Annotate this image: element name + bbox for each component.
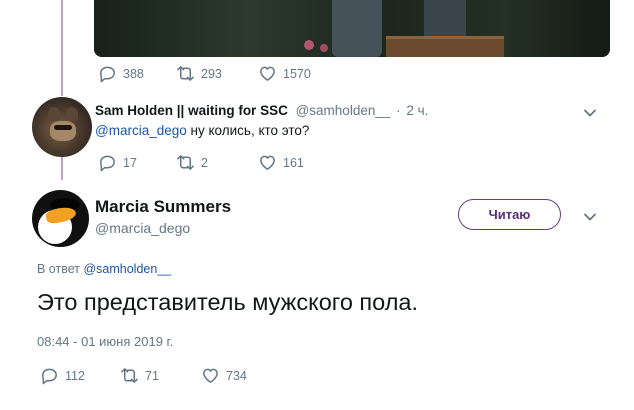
like-button[interactable]: 734 — [201, 366, 247, 385]
reply-icon — [100, 155, 115, 172]
follow-button[interactable]: Читаю — [458, 199, 561, 230]
mention-link[interactable]: @samholden__ — [83, 262, 171, 276]
like-count: 1570 — [283, 66, 311, 81]
mention-link[interactable]: @marcia_dego — [95, 123, 187, 138]
reply-icon — [100, 66, 115, 83]
avatar[interactable] — [32, 97, 92, 157]
tweet-timestamp[interactable]: 08:44 - 01 июня 2019 г. — [37, 334, 173, 349]
reply-prefix: В ответ — [37, 262, 84, 276]
retweet-button[interactable]: 293 — [176, 64, 258, 83]
tweet-media-image[interactable] — [94, 0, 610, 57]
like-icon — [260, 155, 275, 170]
tweet-text: Это представитель мужского пола. — [37, 289, 419, 315]
tweet-time[interactable]: 2 ч. — [406, 103, 428, 118]
retweet-button[interactable]: 2 — [176, 153, 258, 172]
tweet-header: Sam Holden || waiting for SSC @samholden… — [95, 103, 428, 118]
thread-line — [61, 0, 63, 96]
retweet-button[interactable]: 71 — [120, 366, 201, 385]
reply-count: 17 — [123, 155, 137, 170]
chevron-down-icon[interactable] — [583, 106, 597, 120]
retweet-count: 2 — [201, 155, 208, 170]
prev-tweet-actions: 388 293 1570 — [98, 64, 311, 83]
retweet-icon — [177, 155, 194, 170]
handle[interactable]: @marcia_dego — [95, 220, 190, 236]
chevron-down-icon[interactable] — [583, 210, 597, 224]
retweet-count: 71 — [145, 368, 159, 383]
like-count: 161 — [283, 155, 304, 170]
avatar[interactable] — [32, 190, 89, 247]
reply-tweet-actions: 17 2 161 — [98, 153, 304, 172]
reply-button[interactable]: 112 — [40, 366, 120, 385]
like-icon — [260, 66, 275, 81]
like-button[interactable]: 161 — [258, 153, 304, 172]
handle[interactable]: @samholden__ — [296, 103, 391, 118]
reply-count: 112 — [65, 368, 85, 383]
like-count: 734 — [226, 368, 247, 383]
tweet-body: ну колись, кто это? — [186, 123, 310, 138]
reply-count: 388 — [123, 66, 144, 81]
like-icon — [203, 368, 218, 383]
display-name[interactable]: Sam Holden || waiting for SSC — [95, 103, 288, 118]
reply-button[interactable]: 17 — [98, 153, 176, 172]
like-button[interactable]: 1570 — [258, 64, 311, 83]
reply-button[interactable]: 388 — [98, 64, 176, 83]
tweet-text: @marcia_dego ну колись, кто это? — [95, 123, 309, 138]
separator: · — [396, 103, 401, 118]
reply-icon — [42, 368, 57, 385]
retweet-count: 293 — [201, 66, 222, 81]
reply-context: В ответ @samholden__ — [37, 262, 171, 276]
retweet-icon — [177, 66, 194, 81]
retweet-icon — [121, 368, 138, 383]
display-name[interactable]: Marcia Summers — [95, 197, 231, 217]
main-tweet-actions: 112 71 734 — [40, 366, 247, 385]
